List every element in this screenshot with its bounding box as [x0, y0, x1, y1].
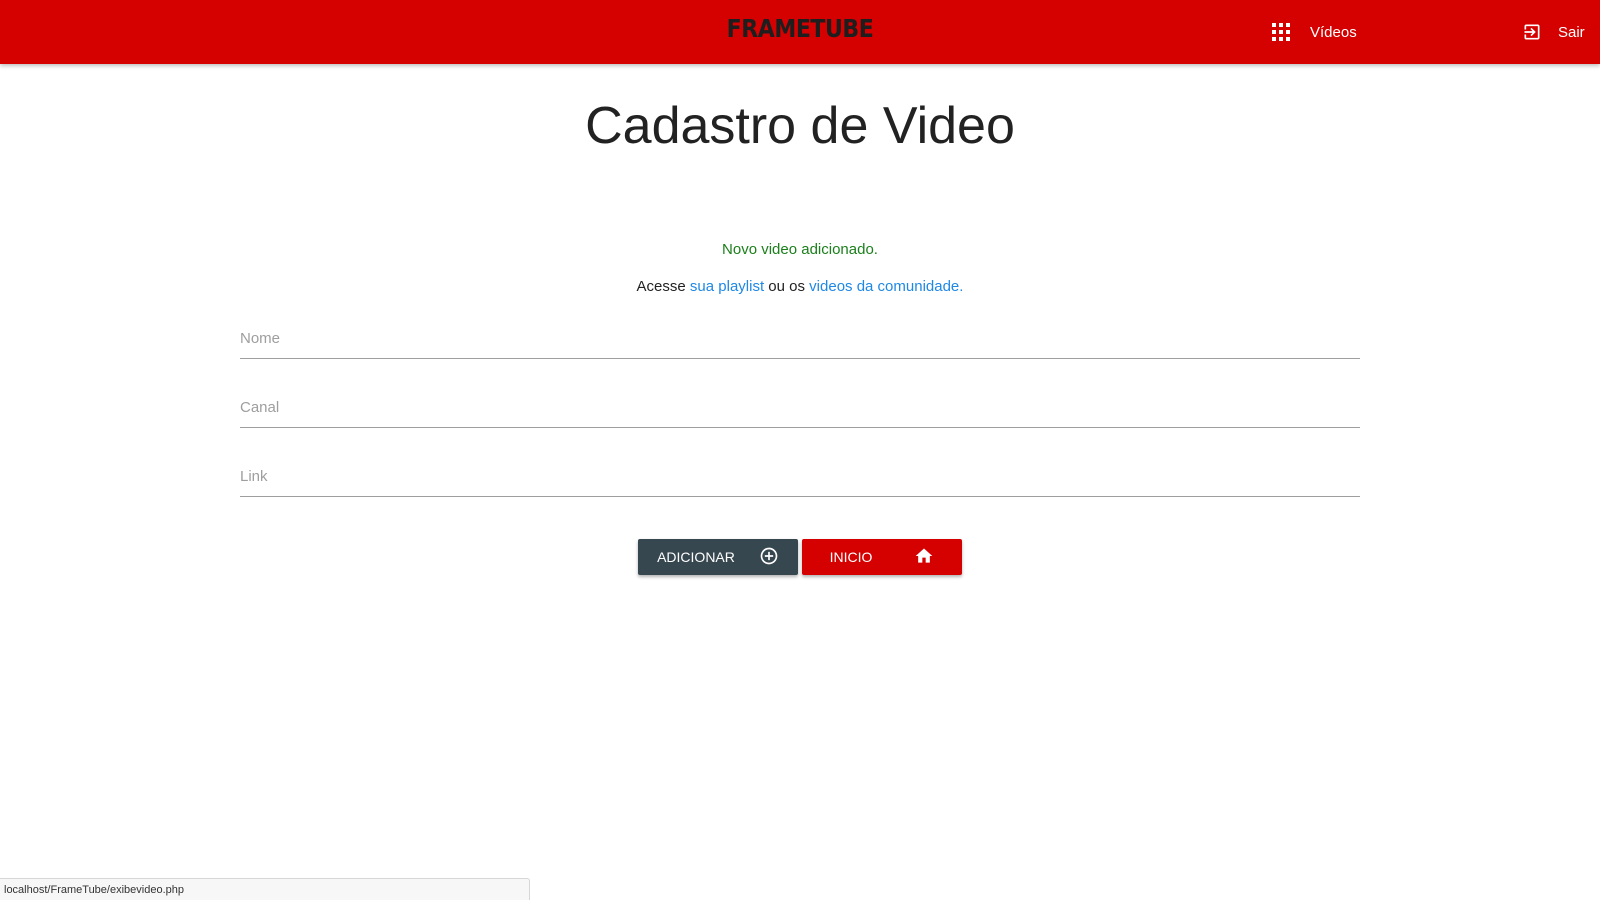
home-icon [914, 546, 934, 569]
add-button-label: ADICIONAR [657, 549, 735, 565]
status-url: localhost/FrameTube/exibevideo.php [4, 884, 184, 896]
canal-input[interactable] [240, 387, 1360, 428]
home-button[interactable]: INICIO [802, 539, 962, 575]
apps-grid-icon [1272, 23, 1290, 41]
info-prefix: Acesse [636, 278, 686, 295]
home-button-label: INICIO [829, 549, 873, 565]
browser-status-bar: localhost/FrameTube/exibevideo.php [0, 878, 530, 900]
page-title: Cadastro de Video [585, 97, 1015, 155]
nav-logout-link[interactable]: Sair [1522, 0, 1585, 64]
info-line: Acesse sua playlist ou os videos da comu… [0, 278, 1600, 295]
top-navbar: FRAMETUBE Vídeos Sair [0, 0, 1600, 64]
success-message: Novo video adicionado. [722, 241, 878, 258]
nav-logout-label: Sair [1558, 23, 1585, 41]
add-circle-outline-icon [759, 546, 779, 569]
community-videos-link[interactable]: videos da comunidade. [809, 278, 963, 295]
exit-to-app-icon [1522, 22, 1542, 42]
link-input[interactable] [240, 456, 1360, 497]
nome-input[interactable] [240, 318, 1360, 359]
nav-videos-label: Vídeos [1310, 23, 1357, 41]
playlist-link[interactable]: sua playlist [690, 278, 764, 295]
nav-videos-link[interactable]: Vídeos [1272, 0, 1357, 64]
add-video-button[interactable]: ADICIONAR [638, 539, 798, 575]
info-middle: ou os [768, 278, 805, 295]
